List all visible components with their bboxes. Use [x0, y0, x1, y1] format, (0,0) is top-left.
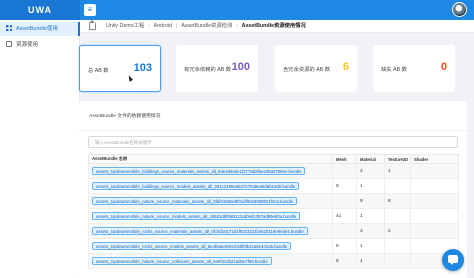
breadcrumb: Unity Demo工程 | Android | AssetBundle资源检测 | Ass…: [80, 20, 474, 33]
divider: [79, 130, 467, 131]
breadcrumb-item[interactable]: AssetBundle资源检测: [181, 23, 232, 29]
texture-count: [384, 253, 411, 269]
breadcrumb-current: AssetBundle资源使用情况: [241, 23, 306, 29]
table-row[interactable]: assets_topdownmobile_rocks_source_models…: [88, 238, 459, 254]
table-row[interactable]: assets_topdownmobile_nature_source_model…: [88, 208, 459, 224]
stat-value: 6: [342, 61, 349, 73]
stat-value: 103: [133, 62, 152, 74]
mesh-count: [332, 193, 357, 209]
material-count: 3: [356, 223, 385, 239]
table-row[interactable]: assets_topdownmobile_buildings_source_mo…: [88, 178, 459, 194]
assetbundle-tag[interactable]: assets_topdownmobile_rocks_source_models…: [92, 242, 292, 250]
shader-count: [410, 163, 459, 179]
sidebar-item-resources[interactable]: 资源使用: [0, 38, 80, 52]
assetbundle-table: AssetBundle 名称 Mesh Material Texture2D S…: [88, 154, 459, 269]
stat-card-total-ab[interactable]: 总 AB 数 103: [79, 45, 161, 92]
stat-value: 100: [231, 61, 250, 73]
texture-count: 8: [384, 193, 411, 209]
material-count: 9: [356, 193, 385, 209]
breadcrumb-item[interactable]: Android: [154, 23, 172, 29]
table-row[interactable]: assets_topdownmobile_buildings_source_ma…: [88, 163, 459, 179]
top-bar: UWA ≡: [0, 0, 474, 20]
dependency-panel: AssetBundle 文件的依赖使用情况 AssetBundle 名称 Mes…: [79, 101, 467, 278]
mesh-count: 8: [332, 178, 357, 194]
shader-count: [410, 193, 459, 209]
assetbundle-tag[interactable]: assets_topdownmobile_nature_source_colli…: [92, 257, 272, 265]
assetbundle-tag[interactable]: assets_topdownmobile_nature_source_model…: [92, 212, 301, 220]
texture-count: [384, 238, 411, 254]
sidebar: AssetBundle使用 资源使用: [0, 20, 80, 278]
avatar[interactable]: [452, 2, 467, 17]
breadcrumb-item[interactable]: Unity Demo工程: [106, 23, 144, 29]
shader-count: [410, 208, 459, 224]
stat-label: 有冗余依赖的 AB 数: [184, 67, 232, 73]
column-header[interactable]: Mesh: [332, 154, 357, 164]
menu-toggle-button[interactable]: ≡: [84, 4, 96, 16]
material-count: 2: [356, 163, 385, 179]
assetbundle-tag[interactable]: assets_topdownmobile_buildings_source_ma…: [92, 167, 306, 175]
search-input[interactable]: [88, 136, 458, 148]
app-logo[interactable]: UWA: [0, 0, 80, 20]
texture-count: 2: [384, 223, 411, 239]
table-row[interactable]: assets_topdownmobile_nature_source_mater…: [88, 193, 459, 209]
assetbundle-tag[interactable]: assets_topdownmobile_rocks_source_materi…: [92, 227, 308, 235]
assetbundle-tag[interactable]: assets_topdownmobile_nature_source_mater…: [92, 197, 298, 205]
sidebar-item-label: 资源使用: [16, 42, 39, 48]
stat-label: 缺失 AB 数: [381, 67, 407, 73]
table-row[interactable]: assets_topdownmobile_rocks_source_materi…: [88, 223, 459, 239]
sidebar-item-assetbundle[interactable]: AssetBundle使用: [0, 22, 80, 36]
home-icon[interactable]: [89, 20, 96, 30]
mesh-count: [332, 163, 357, 179]
stat-card-missing-ab[interactable]: 缺失 AB 数 0: [373, 45, 455, 92]
material-count: 1: [356, 208, 385, 224]
chat-support-icon[interactable]: [442, 249, 464, 271]
column-header[interactable]: Shader: [410, 154, 459, 164]
mouse-cursor-icon: [126, 74, 134, 82]
shader-count: [410, 223, 459, 239]
panel-title: AssetBundle 文件的依赖使用情况: [89, 114, 161, 119]
material-count: 1: [356, 178, 385, 194]
material-count: 1: [356, 238, 385, 254]
material-count: 1: [356, 253, 385, 269]
mesh-count: 5: [332, 238, 357, 254]
texture-count: 1: [384, 163, 411, 179]
sidebar-item-label: AssetBundle使用: [16, 26, 58, 32]
stat-card-redundant-deps[interactable]: 有冗余依赖的 AB 数 100: [176, 45, 258, 92]
column-header[interactable]: Texture2D: [384, 154, 411, 164]
column-header[interactable]: Material: [356, 154, 385, 164]
list-icon: [6, 41, 12, 47]
mesh-count: 8: [332, 253, 357, 269]
shader-count: [410, 178, 459, 194]
texture-count: [384, 208, 411, 224]
stat-label: 含冗余资源的 AB 数: [283, 67, 331, 73]
grid-icon: [6, 25, 12, 31]
stat-value: 0: [440, 61, 447, 73]
table-row[interactable]: assets_topdownmobile_nature_source_colli…: [88, 253, 459, 269]
assetbundle-tag[interactable]: assets_topdownmobile_buildings_source_mo…: [92, 182, 300, 190]
mesh-count: 41: [332, 208, 357, 224]
texture-count: [384, 178, 411, 194]
stat-card-redundant-assets[interactable]: 含冗余资源的 AB 数 6: [275, 45, 357, 92]
column-header[interactable]: AssetBundle 名称: [88, 154, 333, 164]
stat-label: 总 AB 数: [88, 68, 109, 74]
mesh-count: [332, 223, 357, 239]
